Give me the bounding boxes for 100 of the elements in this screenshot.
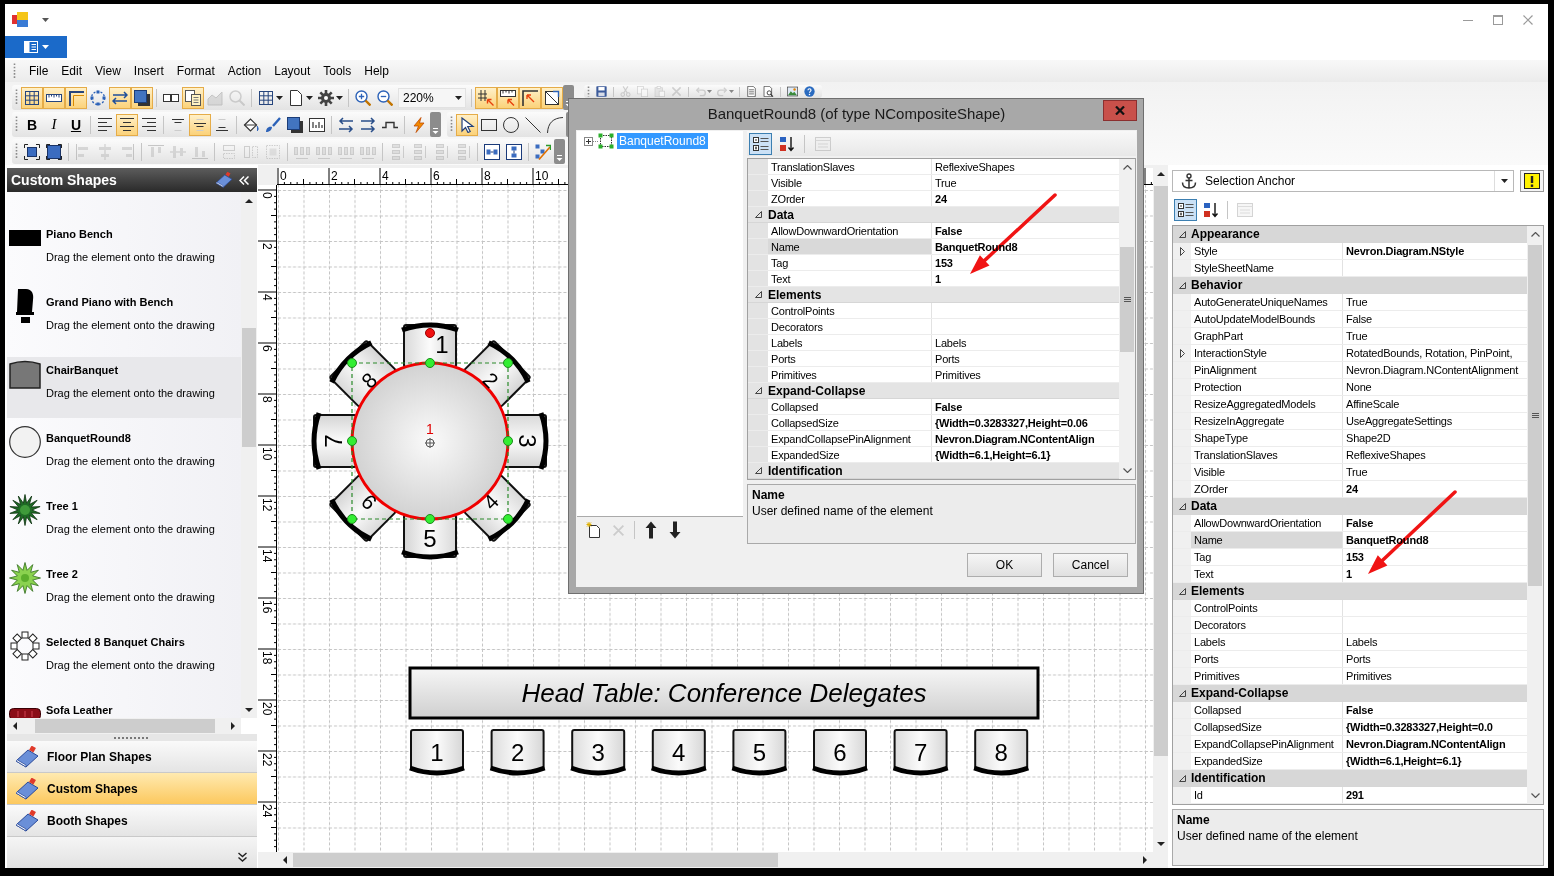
chair[interactable] (489, 729, 546, 776)
toolbar-button[interactable] (497, 86, 519, 109)
up-triangle-icon[interactable] (1156, 171, 1165, 176)
property-value[interactable]: 291 (1343, 789, 1527, 801)
head-table[interactable] (408, 666, 1040, 720)
property-value[interactable]: True (1343, 466, 1527, 478)
property-name[interactable]: Text (768, 271, 932, 286)
property-name[interactable]: Decorators (1191, 617, 1343, 633)
down-chevron-icon[interactable] (1122, 468, 1132, 473)
property-name[interactable]: Labels (768, 335, 932, 350)
expanded-triangle-icon[interactable] (1178, 774, 1186, 782)
chair[interactable] (812, 729, 868, 776)
application-menu-button[interactable] (5, 36, 67, 58)
expanded-triangle-icon[interactable] (1178, 689, 1186, 697)
property-value[interactable]: None (1343, 381, 1527, 393)
toolbar-button[interactable] (519, 86, 541, 109)
scrollbar-thumb[interactable] (1120, 247, 1134, 352)
property-value[interactable]: 24 (932, 192, 1119, 205)
property-name[interactable]: ExpandCollapsePinAlignment (768, 431, 932, 446)
round-table[interactable] (350, 361, 510, 521)
property-name[interactable]: ShapeType (1191, 430, 1343, 446)
shape-item[interactable]: Tree 2 Drag the element onto the drawing (7, 561, 241, 622)
property-name[interactable]: Text (1191, 566, 1343, 582)
property-value[interactable]: {Width=6.1,Height=6.1} (932, 448, 1119, 461)
category-row[interactable]: Expand-Collapse (748, 383, 1119, 399)
property-value[interactable]: False (932, 400, 1119, 413)
property-value[interactable]: False (1343, 313, 1527, 325)
property-name[interactable]: Collapsed (1191, 702, 1343, 718)
shape-group-button[interactable]: Floor Plan Shapes (7, 741, 257, 773)
toolbar-button[interactable] (21, 86, 43, 109)
overflow-icon[interactable] (554, 139, 565, 164)
expanded-triangle-icon[interactable] (1178, 281, 1186, 289)
scrollbar-thumb[interactable] (1528, 245, 1542, 586)
toolbar-button[interactable] (116, 113, 138, 136)
menu-item[interactable]: Tools (316, 62, 358, 80)
selection-handle[interactable] (503, 436, 513, 446)
property-value[interactable]: Ports (1343, 653, 1527, 665)
selection-handle[interactable] (347, 358, 357, 368)
down-triangle-icon[interactable] (245, 707, 253, 712)
chair[interactable] (570, 729, 626, 776)
close-button[interactable] (1103, 100, 1137, 121)
property-value[interactable]: 1 (1343, 568, 1527, 580)
shape-group-button[interactable]: Custom Shapes (7, 773, 257, 805)
horizontal-scrollbar[interactable] (7, 718, 241, 734)
property-value[interactable]: {Width=0.3283327,Height=0.06 (932, 416, 1119, 429)
shape-item[interactable]: Piano Bench Drag the element onto the drawing (7, 221, 241, 282)
menu-item[interactable]: Layout (267, 62, 317, 80)
property-value[interactable]: Nevron.Diagram.NStyle (1343, 245, 1527, 257)
expanded-triangle-icon[interactable] (754, 291, 762, 298)
property-value[interactable]: Primitives (932, 368, 1119, 381)
expanded-triangle-icon[interactable] (754, 467, 762, 474)
toolbar-button[interactable] (182, 86, 204, 109)
minimize-icon[interactable] (1463, 19, 1473, 21)
selection-handle[interactable] (503, 514, 513, 524)
property-name[interactable]: StyleSheetName (1191, 260, 1343, 276)
shape-item[interactable]: BanquetRound8 Drag the element onto the drawing (7, 425, 241, 486)
overflow-icon[interactable] (430, 112, 441, 137)
pin-point-icon[interactable] (424, 437, 436, 449)
expanded-triangle-icon[interactable] (1178, 230, 1186, 238)
property-value[interactable]: UseAggregateSettings (1343, 415, 1527, 427)
property-name[interactable]: GraphPart (1191, 328, 1343, 344)
toolbar-button[interactable] (593, 85, 610, 98)
property-name[interactable]: Primitives (768, 367, 932, 382)
category-row[interactable]: Elements (1173, 583, 1527, 600)
category-row[interactable]: Identification (748, 463, 1119, 479)
property-name[interactable]: Name (1191, 532, 1343, 548)
grip-icon[interactable] (114, 736, 150, 739)
right-triangle-icon[interactable] (231, 722, 235, 730)
category-row[interactable]: Expand-Collapse (1173, 685, 1527, 702)
left-triangle-icon[interactable] (283, 856, 287, 864)
property-value[interactable]: False (932, 224, 1119, 237)
expanded-triangle-icon[interactable] (754, 387, 762, 394)
property-name[interactable]: AutoGenerateUniqueNames (1191, 294, 1343, 310)
toolbar-button[interactable] (109, 86, 131, 109)
property-name[interactable]: Style (1191, 243, 1343, 259)
menu-item[interactable]: Edit (54, 62, 89, 80)
category-row[interactable]: Appearance (1173, 226, 1527, 243)
property-value[interactable]: Labels (932, 336, 1119, 349)
vertical-scrollbar[interactable] (1527, 226, 1543, 804)
rotation-handle[interactable] (425, 328, 435, 338)
down-chevron-icon[interactable] (1530, 793, 1540, 798)
vertical-scrollbar[interactable] (241, 192, 257, 718)
toolbar-button[interactable] (541, 86, 563, 109)
alert-button[interactable] (1520, 170, 1544, 192)
toolbar-button[interactable] (43, 86, 65, 109)
property-value[interactable]: Primitives (1343, 670, 1527, 682)
property-name[interactable]: ControlPoints (1191, 600, 1343, 616)
double-chevron-left-icon[interactable] (239, 175, 249, 185)
property-value[interactable]: RotatedBounds, Rotation, PinPoint, (1343, 347, 1527, 359)
property-name[interactable]: ControlPoints (768, 303, 932, 318)
chair[interactable] (651, 729, 707, 776)
toolbar-button[interactable] (65, 86, 87, 109)
property-name[interactable]: ResizeAggregatedModels (1191, 396, 1343, 412)
property-value[interactable]: 153 (1343, 551, 1527, 563)
property-value[interactable]: Ports (932, 352, 1119, 365)
property-name[interactable]: Name (768, 239, 932, 254)
scrollbar-thumb[interactable] (35, 719, 215, 733)
property-name[interactable]: AutoUpdateModelBounds (1191, 311, 1343, 327)
category-row[interactable]: Identification (1173, 770, 1527, 787)
property-value[interactable]: ReflexiveShapes (932, 160, 1119, 173)
